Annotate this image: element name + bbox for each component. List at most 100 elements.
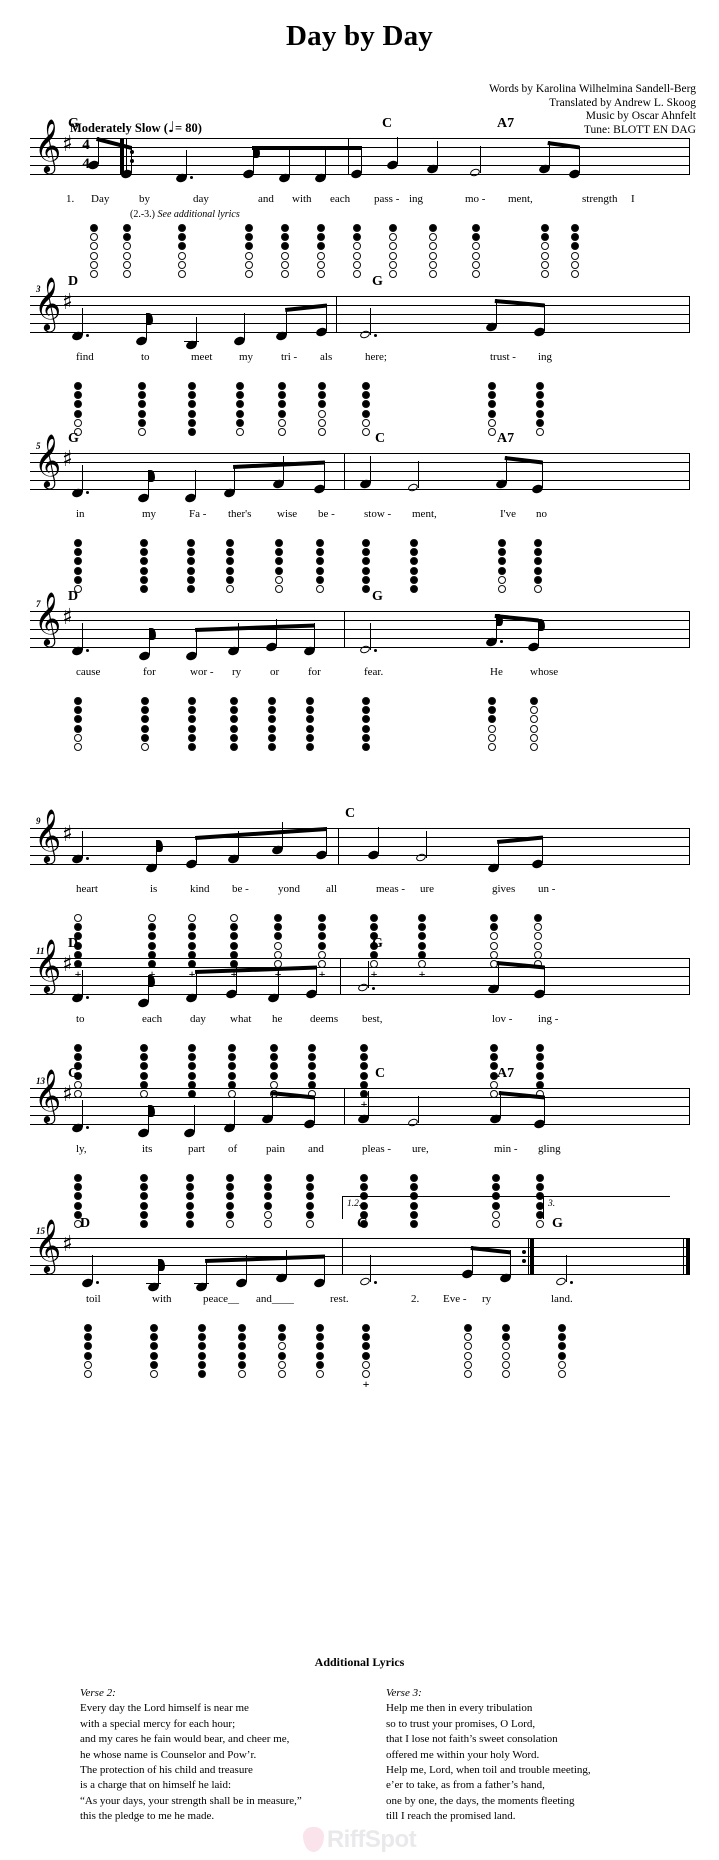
verse-3-line: Help me, Lord, when toil and trouble mee… (386, 1764, 591, 1777)
hole-closed-icon (188, 697, 196, 705)
hole-open-icon (389, 251, 397, 260)
hole-closed-icon (141, 715, 149, 724)
hole-closed-icon (268, 715, 276, 724)
fingering-chart (351, 224, 363, 279)
note-stem (91, 1254, 93, 1282)
hole-closed-icon (534, 575, 542, 584)
hole-open-icon (245, 260, 253, 269)
volta-label: 3. (548, 1199, 556, 1209)
fingering-chart (196, 1324, 208, 1379)
hole-closed-icon (362, 733, 370, 742)
staff-line (30, 156, 689, 157)
verse-2-line: is a charge that on himself he laid: (80, 1779, 232, 1792)
hole-closed-icon (306, 1210, 314, 1219)
hole-open-icon (534, 584, 542, 593)
hole-closed-icon (74, 400, 82, 409)
hole-open-icon (178, 260, 186, 269)
lyric-syllable: ment, (508, 193, 533, 205)
fingering-chart (534, 382, 546, 437)
hole-open-icon (389, 269, 397, 278)
staff-line (30, 1124, 689, 1125)
note-stem (185, 150, 187, 177)
beam (252, 145, 362, 150)
hole-open-icon (278, 427, 286, 436)
hole-open-icon (488, 427, 496, 436)
treble-clef-icon: 𝄞 (34, 938, 62, 992)
hole-closed-icon (238, 1333, 246, 1342)
hole-closed-icon (188, 733, 196, 742)
fingering-chart (224, 539, 236, 594)
hole-open-icon (472, 242, 480, 251)
staff-line (30, 314, 689, 315)
repeat-end-barline (530, 1238, 534, 1275)
barline (338, 828, 340, 865)
hole-closed-icon (188, 715, 196, 724)
hole-closed-icon (186, 1174, 194, 1182)
hole-closed-icon (536, 382, 544, 390)
lyric-syllable: be - (232, 883, 249, 895)
hole-open-icon (274, 941, 282, 950)
hole-open-icon (534, 941, 542, 950)
hole-closed-icon (187, 557, 195, 566)
hole-closed-icon (278, 1324, 286, 1332)
lyric-syllable: best, (362, 1013, 383, 1025)
fingering-chart (228, 697, 240, 752)
hole-closed-icon (410, 584, 418, 593)
hole-closed-icon (534, 566, 542, 575)
hole-closed-icon (362, 742, 370, 751)
fingering-chart (360, 697, 372, 752)
hole-closed-icon (274, 914, 282, 922)
hole-closed-icon (316, 539, 324, 547)
hole-open-icon (226, 1219, 234, 1228)
hole-closed-icon (472, 233, 480, 242)
hole-closed-icon (238, 1351, 246, 1360)
hole-closed-icon (488, 400, 496, 409)
fingering-chart: + (360, 1324, 372, 1390)
octave-plus-icon: + (362, 1377, 370, 1392)
hole-closed-icon (186, 1210, 194, 1219)
hole-closed-icon (74, 1053, 82, 1062)
chord-symbol: C (375, 1066, 386, 1081)
staff-line (30, 453, 689, 454)
hole-closed-icon (362, 566, 370, 575)
hole-closed-icon (141, 733, 149, 742)
hole-closed-icon (74, 566, 82, 575)
hole-open-icon (353, 242, 361, 251)
verse-2-line: Every day the Lord himself is near me (80, 1702, 249, 1715)
fingering-chart (315, 224, 327, 279)
lyric-syllable: ing (409, 193, 424, 205)
hole-closed-icon (138, 400, 146, 409)
fingering-chart (136, 382, 148, 437)
tempo-paren-close: ) (197, 121, 202, 135)
fingering-chart (532, 539, 544, 594)
note-stem (479, 145, 481, 173)
verse-3-line: Help me then in every tribulation (386, 1702, 533, 1715)
hole-closed-icon (84, 1342, 92, 1351)
hole-closed-icon (230, 923, 238, 932)
lyric-syllable: ly, (76, 1143, 87, 1155)
hole-closed-icon (275, 557, 283, 566)
hole-closed-icon (188, 724, 196, 733)
hole-closed-icon (306, 715, 314, 724)
hole-closed-icon (84, 1351, 92, 1360)
lyric-syllable: for (143, 666, 156, 678)
chord-symbol: G (68, 431, 79, 446)
hole-closed-icon (74, 1183, 82, 1192)
hole-closed-icon (362, 382, 370, 390)
staff-line (30, 471, 689, 472)
hole-open-icon (541, 251, 549, 260)
fingering-chart (138, 1174, 150, 1229)
augmentation-dot (96, 1280, 99, 1284)
hole-closed-icon (571, 233, 579, 242)
hole-closed-icon (410, 575, 418, 584)
hole-open-icon (278, 1360, 286, 1369)
hole-closed-icon (188, 1053, 196, 1062)
hole-closed-icon (362, 400, 370, 409)
hole-closed-icon (188, 706, 196, 715)
fingering-chart (539, 224, 551, 279)
hole-closed-icon (536, 418, 544, 427)
hole-closed-icon (228, 1062, 236, 1071)
hole-open-icon (226, 584, 234, 593)
hole-closed-icon (140, 539, 148, 547)
lyric-syllable: in (76, 508, 85, 520)
